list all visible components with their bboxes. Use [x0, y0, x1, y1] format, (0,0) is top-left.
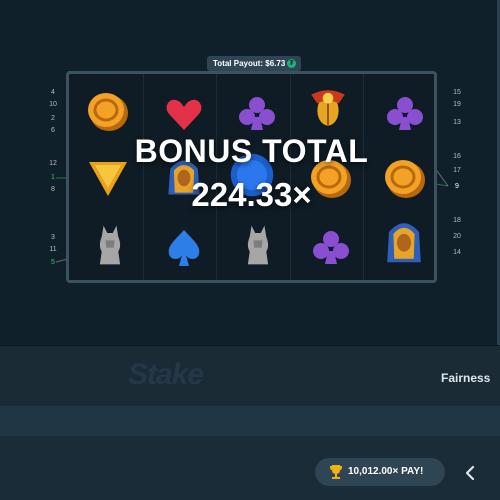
max-win-pill[interactable]: 10,012.00× PAY! [315, 458, 445, 486]
cat-statue-icon [99, 225, 121, 265]
gold-coin-icon [88, 93, 128, 131]
chevron-left-icon[interactable] [462, 464, 478, 482]
club-icon [387, 97, 423, 130]
total-payout-tag: Total Payout: $6.73 ₮ [207, 56, 301, 71]
club-icon [239, 97, 275, 130]
bonus-total-value: 224.33× [191, 176, 312, 213]
trophy-icon [330, 465, 342, 479]
fairness-link[interactable]: Fairness [441, 371, 490, 385]
cat-statue-icon [247, 225, 269, 265]
heart-icon [166, 99, 202, 130]
max-win-label: 10,012.00× PAY! [348, 466, 424, 477]
spade-icon [168, 230, 200, 266]
divider-strip [0, 406, 500, 436]
scarab-icon [311, 90, 345, 126]
club-icon [313, 231, 349, 264]
stake-logo: Stake [128, 358, 204, 391]
pharaoh-icon [387, 223, 421, 263]
bonus-total-title: BONUS TOTAL [134, 133, 369, 169]
total-payout-label: Total Payout: $6.73 [213, 59, 286, 68]
footer-band [0, 346, 500, 406]
tether-coin-icon: ₮ [287, 59, 296, 68]
